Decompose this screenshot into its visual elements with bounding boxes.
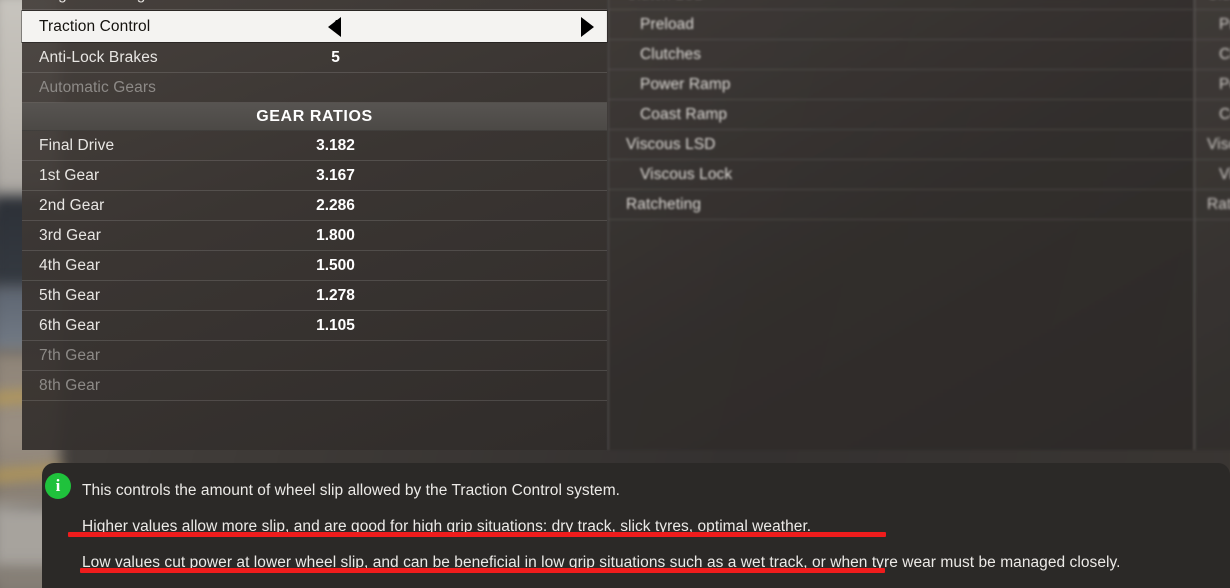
setting-row[interactable]: 6th Gear 1.105 bbox=[22, 311, 607, 341]
setting-value: 2.286 bbox=[316, 196, 355, 214]
setting-label: Viscous Lock bbox=[1219, 165, 1230, 183]
setting-row[interactable]: Automatic Gears bbox=[22, 73, 607, 103]
setting-row[interactable]: Coast Ramp bbox=[1195, 100, 1230, 130]
setting-row[interactable]: Preload bbox=[1195, 10, 1230, 40]
setting-label: 1st Gear bbox=[39, 166, 100, 184]
red-underline-annotation bbox=[80, 568, 885, 573]
setting-row[interactable]: Engine Braking4 bbox=[22, 0, 607, 10]
setting-row[interactable]: Viscous Lock bbox=[609, 160, 1193, 190]
setting-row[interactable]: Clutches bbox=[1195, 40, 1230, 70]
setting-row[interactable]: Clutch LSD bbox=[1195, 0, 1230, 10]
electronics-settings-list: Radiator Opening70%Engine Braking4Tracti… bbox=[22, 0, 607, 103]
triangle-left-icon[interactable] bbox=[328, 16, 341, 37]
setting-label: Anti-Lock Brakes bbox=[39, 48, 158, 66]
setting-row[interactable]: 7th Gear bbox=[22, 341, 607, 371]
setting-label: Clutches bbox=[640, 45, 702, 63]
setting-row[interactable]: 1st Gear 3.167 bbox=[22, 161, 607, 191]
setting-label: Engine Braking bbox=[39, 0, 146, 4]
setting-label: Ratcheting bbox=[1207, 195, 1230, 213]
setting-label: Viscous LSD bbox=[1207, 135, 1230, 153]
setting-label: 5th Gear bbox=[39, 286, 101, 304]
setting-row[interactable]: Viscous LSD bbox=[1195, 130, 1230, 160]
setting-label: Clutch LSD bbox=[626, 0, 705, 4]
setup-panel-left: Radiator Opening70%Engine Braking4Tracti… bbox=[22, 0, 607, 450]
setting-row[interactable]: Power Ramp bbox=[609, 70, 1193, 100]
setting-row[interactable]: 8th Gear bbox=[22, 371, 607, 401]
setting-value: 1.278 bbox=[316, 286, 355, 304]
setting-label: Power Ramp bbox=[1219, 75, 1230, 93]
setting-label: 8th Gear bbox=[39, 376, 101, 394]
setting-row[interactable]: Ratcheting bbox=[609, 190, 1193, 220]
setting-label: 7th Gear bbox=[39, 346, 101, 364]
setting-label: Preload bbox=[640, 15, 695, 33]
differential-settings-list-clipped: Bias Ratio, CoastClutch LSDPreloadClutch… bbox=[1195, 0, 1230, 220]
setting-label: Coast Ramp bbox=[640, 105, 728, 123]
setting-row[interactable]: 5th Gear 1.278 bbox=[22, 281, 607, 311]
setting-label: Clutches bbox=[1219, 45, 1230, 63]
setting-row[interactable]: 2nd Gear 2.286 bbox=[22, 191, 607, 221]
setting-row[interactable]: Final Drive 3.182 bbox=[22, 131, 607, 161]
tooltip-line: This controls the amount of wheel slip a… bbox=[42, 473, 1230, 509]
setting-value: 1.500 bbox=[316, 256, 355, 274]
setting-value: 3.167 bbox=[316, 166, 355, 184]
setup-panel-right: Bias Ratio, CoastClutch LSDPreloadClutch… bbox=[1194, 0, 1230, 450]
setting-label: Clutch LSD bbox=[1207, 0, 1230, 4]
differential-settings-list: Bias Ratio, CoastClutch LSDPreloadClutch… bbox=[609, 0, 1193, 220]
setting-row[interactable]: Coast Ramp bbox=[609, 100, 1193, 130]
red-underline-annotation bbox=[68, 532, 886, 537]
triangle-right-icon[interactable] bbox=[581, 16, 594, 37]
tooltip-line: Low values cut power at lower wheel slip… bbox=[42, 545, 1230, 581]
setting-value: 1.800 bbox=[316, 226, 355, 244]
setting-label: 3rd Gear bbox=[39, 226, 101, 244]
setting-row[interactable]: Preload bbox=[609, 10, 1193, 40]
setting-row[interactable]: Clutches bbox=[609, 40, 1193, 70]
gear-ratios-header: GEAR RATIOS bbox=[22, 103, 607, 131]
setting-label: 4th Gear bbox=[39, 256, 101, 274]
setting-row[interactable]: Clutch LSD bbox=[609, 0, 1193, 10]
setting-row[interactable]: Viscous Lock bbox=[1195, 160, 1230, 190]
setting-label: Ratcheting bbox=[626, 195, 702, 213]
setup-panel-center: Bias Ratio, CoastClutch LSDPreloadClutch… bbox=[608, 0, 1193, 450]
setting-label: Automatic Gears bbox=[39, 78, 156, 96]
gear-ratios-list: Final Drive 3.182 1st Gear 3.167 2nd Gear 2.2… bbox=[22, 131, 607, 401]
setting-row[interactable]: Anti-Lock Brakes 5 bbox=[22, 43, 607, 73]
setting-label: Final Drive bbox=[39, 136, 115, 154]
setting-value: 1.105 bbox=[316, 316, 355, 334]
setting-label: Preload bbox=[1219, 15, 1230, 33]
setting-label: Coast Ramp bbox=[1219, 105, 1230, 123]
setting-row[interactable]: 3rd Gear 1.800 bbox=[22, 221, 607, 251]
setting-row[interactable]: Viscous LSD bbox=[609, 130, 1193, 160]
setting-label: 2nd Gear bbox=[39, 196, 105, 214]
setting-label: Viscous Lock bbox=[640, 165, 733, 183]
setting-label: 6th Gear bbox=[39, 316, 101, 334]
setting-label: Viscous LSD bbox=[626, 135, 716, 153]
info-icon: i bbox=[45, 473, 71, 499]
setting-row[interactable]: Power Ramp bbox=[1195, 70, 1230, 100]
setting-label: Power Ramp bbox=[640, 75, 731, 93]
tooltip-text-block: This controls the amount of wheel slip a… bbox=[42, 473, 1230, 581]
tooltip-text: This controls the amount of wheel slip a… bbox=[82, 482, 621, 499]
setting-value: 3.182 bbox=[316, 136, 355, 154]
setting-row-selected[interactable]: Traction Control 4 bbox=[22, 11, 607, 42]
setting-label: Traction Control bbox=[39, 17, 151, 35]
setting-row[interactable]: Ratcheting bbox=[1195, 190, 1230, 220]
setting-row[interactable]: 4th Gear 1.500 bbox=[22, 251, 607, 281]
tooltip-line: Higher values allow more slip, and are g… bbox=[42, 509, 1230, 545]
